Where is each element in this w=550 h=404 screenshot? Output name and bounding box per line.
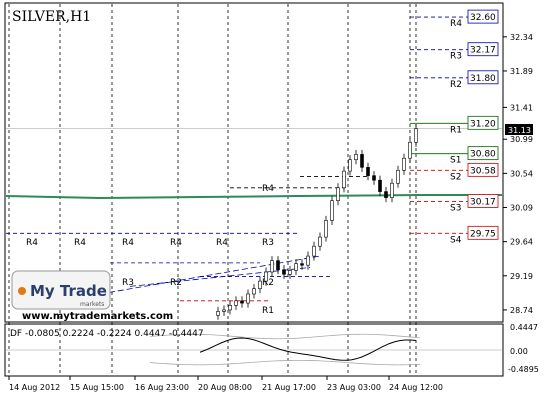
candle-body (264, 271, 268, 282)
x-tick-label: 20 Aug 08:00 (198, 383, 252, 392)
candle-body (294, 263, 298, 271)
historical-level-label: R3 (122, 278, 134, 288)
x-tick-label: 24 Aug 12:00 (389, 383, 443, 392)
pivot-level-label: S4 (450, 235, 462, 245)
logo-brand: My Trade (30, 282, 107, 300)
candle-body (354, 154, 358, 161)
candle-body (282, 269, 286, 275)
pivot-level-label: R1 (450, 125, 462, 135)
pivot-value-label: 30.58 (470, 166, 496, 176)
candle-body (258, 280, 262, 289)
candle-body (384, 191, 388, 198)
candle-body (216, 311, 220, 316)
candle-body (336, 187, 340, 201)
x-tick-label: 15 Aug 15:00 (70, 383, 124, 392)
candle-body (300, 263, 304, 266)
x-tick-label: 16 Aug 23:00 (135, 383, 189, 392)
logo-url: www.mytrademarkets.com (22, 311, 173, 322)
candle-body (318, 236, 322, 247)
candle-body (270, 260, 274, 273)
candle-body (252, 288, 256, 295)
pivot-value-label: 31.20 (470, 119, 496, 129)
historical-level-label: R4 (122, 238, 134, 248)
indicator-label: DF -0.0805 0.2224 -0.2224 0.4447 -0.4447 (10, 329, 204, 339)
pivot-level-label: R2 (450, 80, 462, 90)
candle-body (390, 182, 394, 198)
candle-body (240, 300, 244, 304)
historical-level-label: R4 (26, 238, 38, 248)
x-tick-label: 21 Aug 17:00 (262, 383, 316, 392)
candle-body (228, 305, 232, 311)
indicator-ytick-mid: 0.00 (510, 347, 528, 356)
x-axis: 14 Aug 2012 15 Aug 15:00 16 Aug 23:00 20 Au… (8, 376, 443, 392)
y-tick-label: 32.34 (510, 33, 533, 42)
pivot-level-label: S1 (450, 156, 461, 166)
historical-level-label: R4 (262, 184, 274, 194)
chart-title: SILVER,H1 (12, 9, 91, 25)
candle-body (246, 293, 250, 304)
candle-body (342, 170, 346, 189)
pivot-value-label: 29.75 (470, 229, 496, 239)
pivot-value-label: 32.60 (470, 13, 496, 23)
candle-body (288, 270, 292, 275)
pivot-value-label: 31.80 (470, 74, 496, 84)
logo-sub: markets (80, 301, 104, 308)
candle-body (348, 159, 352, 172)
candle-body (324, 220, 328, 238)
pivot-value-label: 32.17 (470, 46, 496, 56)
candle-body (330, 200, 334, 221)
y-tick-label: 30.54 (510, 169, 533, 178)
indicator-ytick-top: 0.4447 (510, 323, 538, 332)
historical-level-label: R2 (170, 278, 182, 288)
chart-window: R4 R4 R4 R4 R4 R4 R3 R3 R2 R2 R1 R4 32.60 R3 32.17 R2 31… (0, 0, 550, 400)
candle-body (360, 154, 364, 168)
candle-body (408, 141, 412, 159)
y-tick-label: 29.64 (510, 238, 533, 247)
candle-body (276, 260, 280, 271)
historical-level-label: R3 (262, 238, 274, 248)
price-chart: R4 R4 R4 R4 R4 R4 R3 R3 R2 R2 R1 R4 32.60 R3 32.17 R2 31… (4, 2, 539, 392)
historical-level-label: R4 (74, 238, 86, 248)
y-tick-label: 30.99 (510, 135, 533, 144)
pivot-level-label: R4 (450, 19, 462, 29)
y-tick-label: 29.19 (510, 272, 533, 281)
candle-body (222, 309, 226, 312)
candle-body (396, 170, 400, 184)
y-tick-label: 28.74 (510, 306, 533, 315)
candle-body (234, 300, 238, 306)
candle-body (372, 175, 376, 181)
historical-level-label: R4 (216, 238, 228, 248)
indicator-ytick-bottom: -0.4895 (508, 365, 539, 374)
historical-level-label: R4 (170, 238, 182, 248)
candle-body (414, 128, 418, 143)
historical-level-label: R1 (262, 306, 274, 316)
pivot-value-label: 30.17 (470, 197, 496, 207)
y-tick-label: 30.09 (510, 204, 533, 213)
candle-body (306, 255, 310, 266)
pivot-value-label: 30.80 (470, 150, 496, 160)
pivot-level-label: S2 (450, 172, 461, 182)
historical-level-label: R2 (262, 278, 274, 288)
pivot-level-label: R3 (450, 52, 462, 62)
current-price-label: 31.13 (508, 126, 531, 135)
y-axis: 32.34 31.89 31.41 30.99 30.54 30.09 29.64 29.19… (503, 33, 533, 315)
candle-body (366, 167, 370, 176)
x-tick-label: 23 Aug 03:00 (327, 383, 381, 392)
candle-body (312, 245, 316, 257)
y-tick-label: 31.89 (510, 67, 533, 76)
y-tick-label: 31.41 (510, 103, 533, 112)
pivot-level-label: S3 (450, 203, 461, 213)
x-tick-label: 14 Aug 2012 (9, 383, 60, 392)
candle-body (402, 157, 406, 171)
logo-dot-icon (18, 287, 26, 295)
candle-body (378, 179, 382, 192)
